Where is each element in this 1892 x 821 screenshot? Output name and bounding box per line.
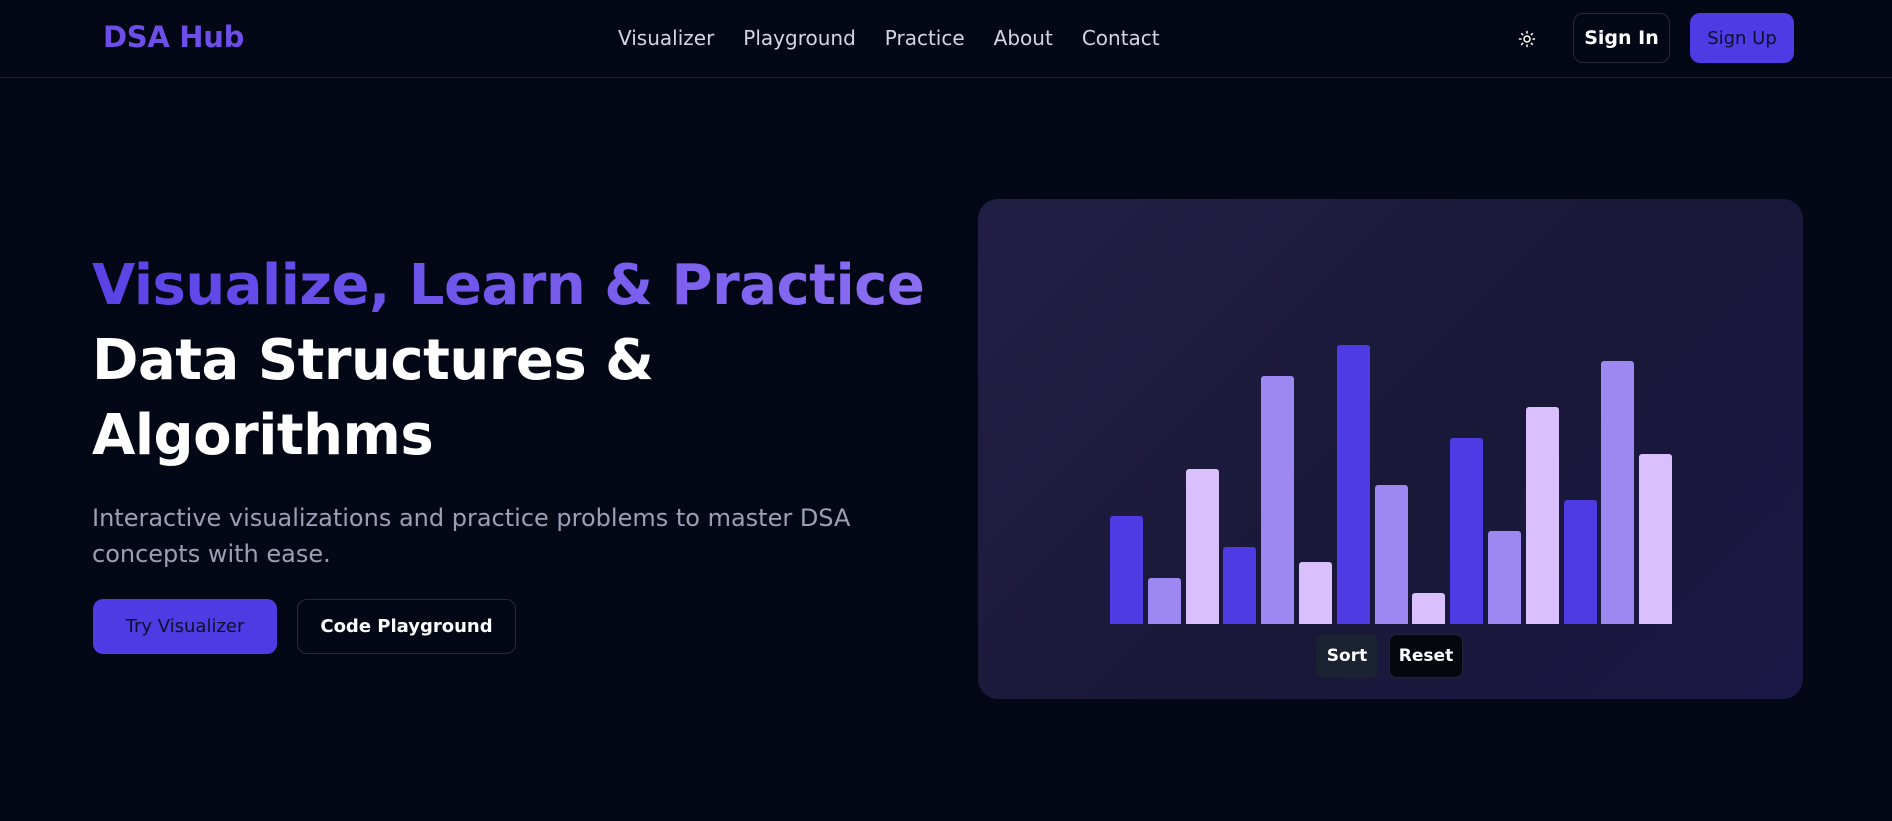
- nav-link-practice[interactable]: Practice: [885, 26, 965, 50]
- visualizer-controls: Sort Reset: [1316, 634, 1463, 678]
- sort-button[interactable]: Sort: [1316, 634, 1378, 678]
- theme-toggle-button[interactable]: [1515, 27, 1539, 51]
- array-bar: [1412, 593, 1446, 624]
- hero-title-accent: Visualize, Learn & Practice: [92, 248, 925, 323]
- nav-link-visualizer[interactable]: Visualizer: [618, 26, 714, 50]
- array-bar: [1223, 546, 1257, 624]
- array-bar: [1563, 500, 1597, 624]
- array-bar: [1261, 376, 1295, 624]
- array-bar: [1601, 360, 1635, 624]
- array-bar: [1374, 484, 1408, 624]
- sun-icon: [1518, 30, 1536, 48]
- code-playground-button[interactable]: Code Playground: [297, 599, 516, 654]
- array-bar: [1110, 515, 1143, 624]
- bar-array: [978, 199, 1803, 699]
- main-nav: Visualizer Playground Practice About Con…: [618, 26, 1189, 50]
- nav-link-contact[interactable]: Contact: [1082, 26, 1160, 50]
- array-bar: [1147, 577, 1181, 624]
- top-navbar: DSA Hub Visualizer Playground Practice A…: [0, 0, 1892, 78]
- hero-title: Visualize, Learn & Practice Data Structu…: [92, 248, 925, 473]
- array-bar: [1185, 469, 1219, 624]
- sign-in-button[interactable]: Sign In: [1573, 13, 1670, 63]
- array-bar: [1488, 531, 1521, 624]
- visualizer-preview-card: Sort Reset: [978, 199, 1803, 699]
- reset-button[interactable]: Reset: [1389, 634, 1463, 678]
- array-bar: [1525, 407, 1559, 624]
- array-bar: [1336, 345, 1370, 624]
- nav-link-playground[interactable]: Playground: [743, 26, 855, 50]
- hero-subtitle: Interactive visualizations and practice …: [92, 504, 851, 568]
- hero-title-main: Data Structures & Algorithms: [92, 328, 654, 468]
- sign-up-button[interactable]: Sign Up: [1690, 13, 1794, 63]
- array-bar: [1450, 438, 1484, 624]
- array-bar: [1639, 453, 1673, 624]
- array-bar: [1299, 562, 1332, 624]
- try-visualizer-button[interactable]: Try Visualizer: [93, 599, 277, 654]
- nav-link-about[interactable]: About: [994, 26, 1053, 50]
- logo[interactable]: DSA Hub: [103, 20, 244, 54]
